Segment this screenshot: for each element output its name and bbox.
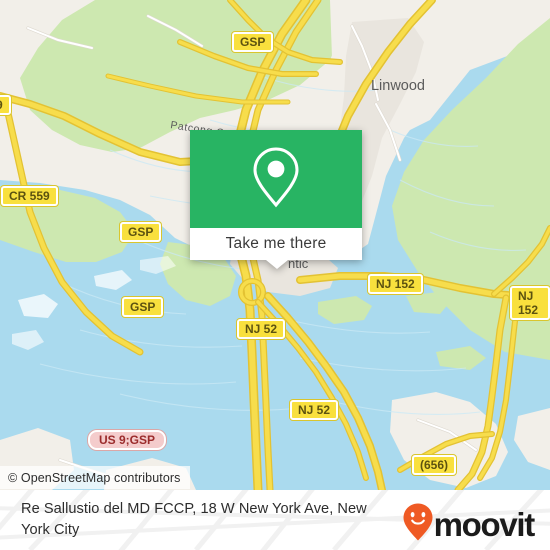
destination-popup-card[interactable]: Take me there (190, 130, 362, 269)
moovit-logo[interactable]: moovit (403, 503, 536, 546)
road-shield-nj-152-west: NJ 152 (368, 274, 423, 294)
osm-attribution[interactable]: © OpenStreetMap contributors (0, 466, 190, 489)
map-pin-icon (251, 146, 301, 213)
popup-tail-pointer (266, 260, 288, 269)
popup-footer[interactable]: Take me there (190, 228, 362, 269)
take-me-there-label: Take me there (225, 235, 327, 252)
road-shield-nj-152-east: NJ 152 (510, 286, 550, 320)
road-shield-gsp-mid: GSP (120, 222, 162, 242)
osm-attribution-text: © OpenStreetMap contributors (8, 470, 181, 485)
location-address: Re Sallustio del MD FCCP, 18 W New York … (21, 501, 367, 538)
road-shield-nj-52-south: NJ 52 (290, 400, 339, 420)
road-shield-9: 9 (0, 95, 11, 115)
moovit-wordmark: moovit (433, 506, 536, 543)
footer-bar: Re Sallustio del MD FCCP, 18 W New York … (0, 490, 550, 550)
moovit-pin-smiley-icon (403, 503, 433, 546)
road-shield-cr-559: CR 559 (1, 186, 58, 206)
moovit-map-screen: .w { fill:#aadaee; } .gl { fill:#cde8b0;… (0, 0, 550, 550)
road-shield-us-9-gsp: US 9;GSP (88, 430, 167, 450)
road-shield-656: (656) (412, 455, 457, 475)
road-shield-nj-52-north: NJ 52 (237, 319, 286, 339)
popup-header (190, 130, 362, 228)
road-shield-gsp-north: GSP (232, 32, 274, 52)
road-shield-gsp-south: GSP (122, 297, 164, 317)
